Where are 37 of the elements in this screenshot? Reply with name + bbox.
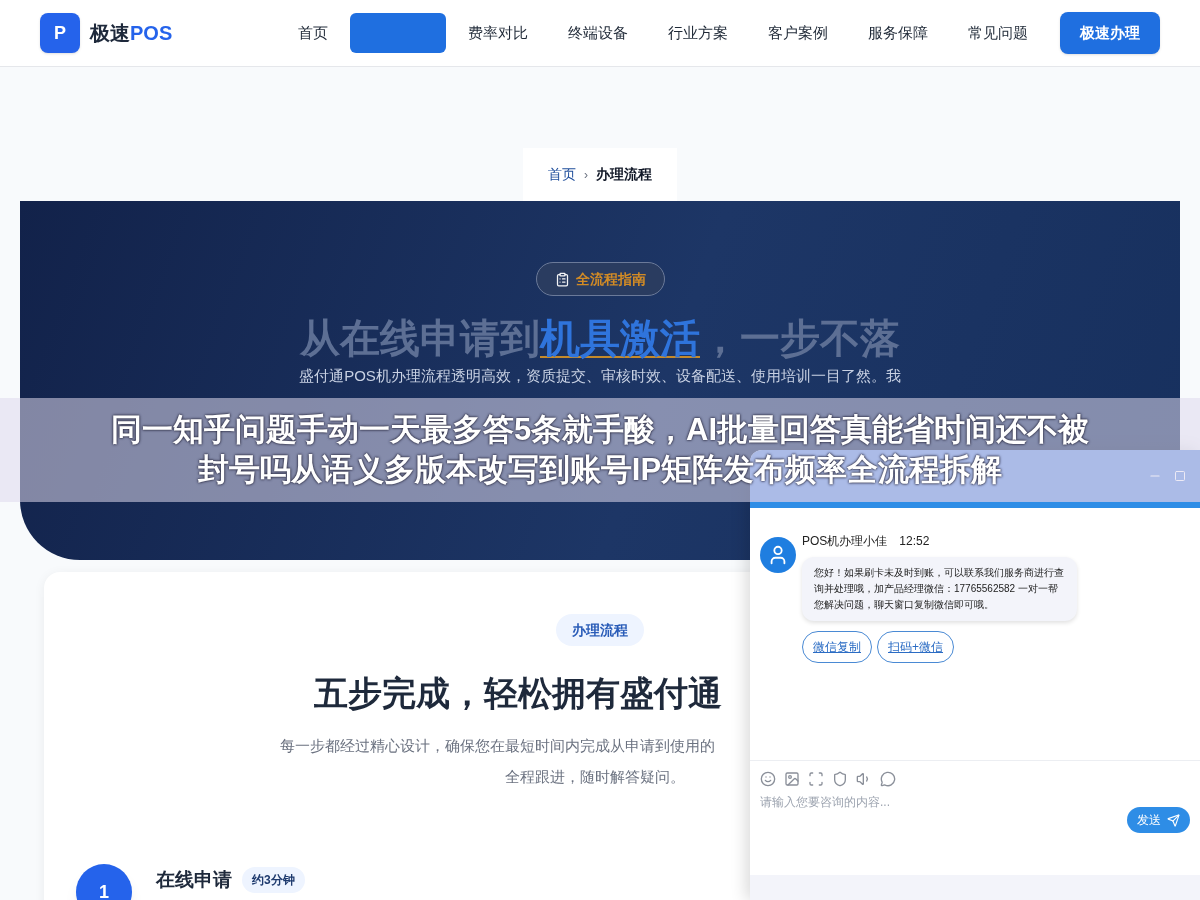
nav-item[interactable]: 行业方案 (650, 13, 746, 53)
chat-bubbles-icon[interactable] (880, 771, 896, 787)
image-icon[interactable] (784, 771, 800, 787)
caption-text: 封号吗从语义多版本改写到账号IP矩阵发布频率全流程拆解 (197, 451, 1003, 489)
process-title: 五步完成，轻松拥有盛付通 (313, 673, 722, 714)
nav-item[interactable]: 费率对比 (450, 13, 546, 53)
hero-description: 盛付通POS机办理流程透明高效，资质提交、审核时效、设备配送、使用培训一目了然。我 (299, 366, 901, 386)
duration-badge: 约3分钟 (242, 867, 305, 894)
apply-button[interactable]: 极速办理 (1060, 12, 1160, 54)
agent-name: POS机办理小佳 (802, 533, 888, 550)
logo-icon[interactable]: P (40, 13, 80, 53)
guide-badge-text: 全流程指南 (575, 269, 646, 289)
nav-item[interactable]: 服务保障 (850, 13, 946, 53)
clipboard-icon (554, 271, 570, 287)
breadcrumb-separator: › (584, 166, 588, 184)
message-input[interactable]: 请输入您要咨询的内容... (760, 793, 1127, 811)
process-description: 全程跟进，随时解答疑问。 (505, 766, 685, 787)
emoji-icon[interactable] (760, 771, 776, 787)
message-bubble: 您好！如果刷卡未及时到账，可以联系我们服务商进行查询并处理哦，加产品经理微信：17765562582 一对一帮您解决问题，聊天窗口复制微信即可哦。 (802, 557, 1077, 621)
shield-icon[interactable] (832, 771, 848, 787)
nav-item[interactable]: 终端设备 (550, 13, 646, 53)
step-title: 在线申请 (156, 868, 232, 892)
step-number: 1 (76, 864, 132, 900)
breadcrumb-link[interactable]: 办理流程 (596, 164, 652, 185)
message-time: 12:52 (899, 533, 930, 550)
fullscreen-icon[interactable] (808, 771, 824, 787)
process-badge: 办理流程 (556, 614, 644, 646)
breadcrumb-link[interactable]: 首页 (548, 164, 576, 185)
caption-text: 同一知乎问题手动一天最多答5条就手酸，AI批量回答真能省时间还不被 (110, 411, 1090, 449)
nav-item[interactable]: 常见问题 (950, 13, 1046, 53)
hero-title: 从在线申请到机具激活，一步不落 (300, 315, 900, 362)
send-icon (1167, 813, 1180, 827)
process-description: 每一步都经过精心设计，确保您在最短时间内完成从申请到使用的 (280, 736, 715, 756)
nav-item[interactable]: 客户案例 (750, 13, 846, 53)
nav-item[interactable]: 首页 (280, 13, 346, 53)
agent-avatar (760, 537, 796, 573)
brand-name[interactable]: 极速POS (90, 18, 173, 48)
